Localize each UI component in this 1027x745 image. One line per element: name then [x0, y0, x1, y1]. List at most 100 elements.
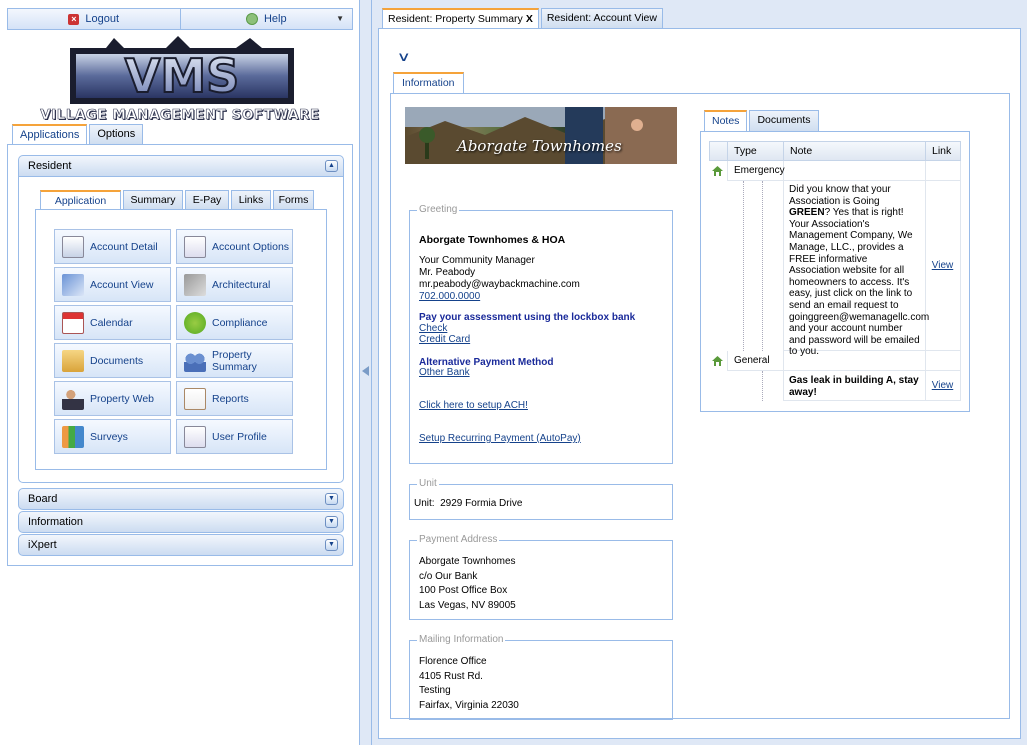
svg-text:VMS: VMS — [125, 49, 240, 103]
tab-links[interactable]: Links — [231, 190, 271, 209]
greeting-legend: Greeting — [417, 204, 460, 215]
logout-button[interactable]: × Logout — [7, 8, 181, 30]
tab-application[interactable]: Application — [40, 190, 121, 209]
address-line: Aborgate Townhomes — [419, 556, 516, 567]
autopay-link[interactable]: Setup Recurring Payment (AutoPay) — [419, 433, 581, 445]
note-cell-empty — [783, 351, 926, 371]
tab-label: Resident: Property Summary — [388, 13, 523, 25]
unit-row: Unit: 2929 Formia Drive — [414, 498, 522, 510]
property-summary-button[interactable]: Property Summary — [176, 343, 293, 378]
tab-notes[interactable]: Notes — [704, 110, 748, 131]
tools-icon — [184, 273, 206, 296]
logout-icon: × — [68, 13, 80, 25]
id-card-icon — [184, 235, 206, 258]
tile-label: Documents — [90, 354, 144, 367]
property-summary-panel: ∨ Information Aborgate Townhomes Greetin… — [378, 28, 1021, 739]
association-name: Aborgate Townhomes & HOA — [419, 234, 566, 246]
board-label: Board — [28, 493, 58, 505]
community-banner: Aborgate Townhomes — [405, 107, 677, 164]
tile-label: User Profile — [212, 430, 267, 443]
tab-epay[interactable]: E-Pay — [185, 190, 229, 209]
tab-applications[interactable]: Applications — [12, 124, 88, 145]
greeting-fieldset: Greeting Aborgate Townhomes & HOA Your C… — [409, 204, 673, 464]
spreadsheet-icon — [62, 235, 84, 258]
tile-label: Compliance — [212, 316, 268, 329]
help-label: Help — [263, 13, 287, 25]
account-view-button[interactable]: Account View — [54, 267, 171, 302]
unit-legend: Unit — [417, 478, 439, 489]
resident-section: Resident ▲ Application Summary E-Pay Lin… — [18, 155, 344, 483]
collapse-icon[interactable]: ▲ — [325, 160, 338, 172]
app-tab-strip: Application Summary E-Pay Links Forms — [40, 190, 314, 209]
tab-account-view[interactable]: Resident: Account View — [540, 8, 663, 28]
board-header[interactable]: Board ▼ — [18, 488, 344, 510]
calendar-button[interactable]: Calendar — [54, 305, 171, 340]
tab-forms[interactable]: Forms — [273, 190, 314, 209]
note-cell-empty — [783, 161, 926, 181]
grid-header-note[interactable]: Note — [783, 141, 926, 161]
expand-icon[interactable]: ▼ — [325, 539, 338, 551]
note-type: Emergency — [727, 161, 785, 181]
grid-header-link[interactable]: Link — [925, 141, 961, 161]
tab-summary[interactable]: Summary — [123, 190, 183, 209]
banner-image — [405, 107, 677, 164]
user-info-icon — [62, 387, 84, 410]
account-options-button[interactable]: Account Options — [176, 229, 293, 264]
expand-icon[interactable]: ▼ — [325, 516, 338, 528]
resident-body: Application Summary E-Pay Links Forms Ac… — [18, 177, 344, 483]
manager-email: mr.peabody@waybackmachine.com — [419, 279, 580, 290]
application-tiles: Account Detail Account Options Account V… — [35, 209, 327, 470]
property-web-button[interactable]: Property Web — [54, 381, 171, 416]
documents-button[interactable]: Documents — [54, 343, 171, 378]
information-header[interactable]: Information ▼ — [18, 511, 344, 533]
tab-property-summary[interactable]: Resident: Property Summary X — [382, 8, 539, 28]
surveys-button[interactable]: Surveys — [54, 419, 171, 454]
unit-label: Unit: — [414, 498, 435, 509]
chevron-down-icon[interactable]: ∨ — [397, 49, 411, 65]
folder-icon — [62, 349, 84, 372]
address-line: Las Vegas, NV 89005 — [419, 599, 516, 611]
logo: VMS VILLAGE MANAGEMENT SOFTWARE — [10, 34, 350, 124]
view-link[interactable]: View — [925, 181, 961, 351]
other-bank-link[interactable]: Other Bank — [419, 367, 470, 379]
address-line: Florence Office — [419, 656, 487, 667]
payment-address-lines: Aborgate Townhomes c/o Our Bank 100 Post… — [419, 555, 516, 613]
account-detail-button[interactable]: Account Detail — [54, 229, 171, 264]
payment-address-fieldset: Payment Address Aborgate Townhomes c/o O… — [409, 534, 673, 620]
resident-header[interactable]: Resident ▲ — [18, 155, 344, 177]
tab-options[interactable]: Options — [89, 124, 144, 144]
help-button[interactable]: Help ▼ — [180, 8, 353, 30]
emergency-note: Did you know that your Association is Go… — [783, 181, 929, 357]
unit-value: 2929 Formia Drive — [440, 498, 523, 509]
tile-label: Surveys — [90, 430, 128, 443]
manager-phone-link[interactable]: 702.000.0000 — [419, 291, 480, 303]
close-icon[interactable]: X — [526, 13, 533, 25]
link-cell-empty — [925, 161, 961, 181]
address-line: 4105 Rust Rd. — [419, 670, 483, 682]
expand-icon[interactable]: ▼ — [325, 493, 338, 505]
compliance-button[interactable]: Compliance — [176, 305, 293, 340]
splitter[interactable] — [360, 0, 372, 745]
grid-header-type[interactable]: Type — [727, 141, 784, 161]
ach-link[interactable]: Click here to setup ACH! — [419, 400, 528, 412]
logo-subtitle: VILLAGE MANAGEMENT SOFTWARE — [40, 107, 320, 124]
mailing-fieldset: Mailing Information Florence Office 4105… — [409, 634, 673, 720]
collapse-left-icon[interactable] — [362, 366, 369, 376]
reports-button[interactable]: Reports — [176, 381, 293, 416]
ixpert-header[interactable]: iXpert ▼ — [18, 534, 344, 556]
credit-card-link[interactable]: Credit Card — [419, 334, 470, 346]
tab-information[interactable]: Information — [393, 72, 464, 93]
people-icon — [184, 349, 206, 372]
main-tab-strip: Resident: Property Summary X Resident: Ac… — [382, 8, 663, 28]
address-line: Fairfax, Virginia 22030 — [419, 699, 519, 711]
view-link[interactable]: View — [925, 371, 961, 401]
user-profile-button[interactable]: User Profile — [176, 419, 293, 454]
architectural-button[interactable]: Architectural — [176, 267, 293, 302]
tab-documents[interactable]: Documents — [749, 110, 819, 131]
unit-fieldset: Unit Unit: 2929 Formia Drive — [409, 478, 673, 520]
information-panel: Aborgate Townhomes Greeting Aborgate Tow… — [390, 93, 1010, 720]
resident-label: Resident — [28, 160, 72, 172]
calendar-icon — [62, 311, 84, 334]
mailing-legend: Mailing Information — [417, 634, 506, 645]
mailing-lines: Florence Office 4105 Rust Rd. Testing Fa… — [419, 655, 519, 713]
